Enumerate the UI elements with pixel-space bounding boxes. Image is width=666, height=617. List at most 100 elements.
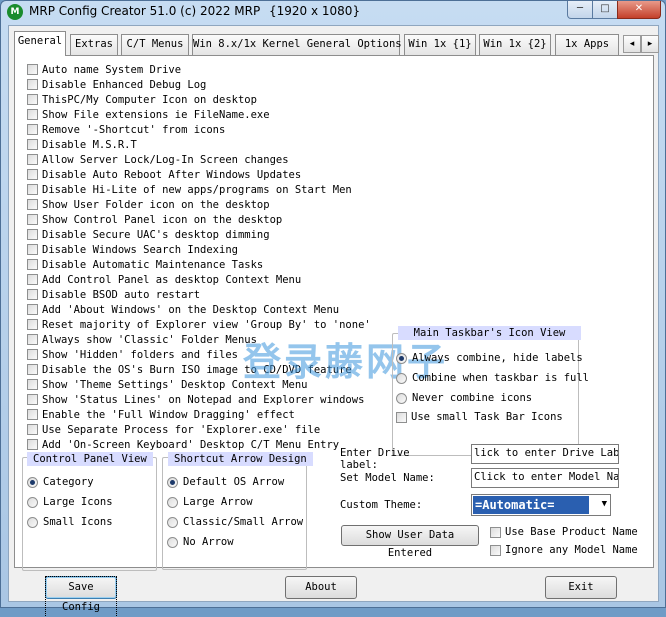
option-checkbox-row[interactable]: Auto name System Drive [27, 62, 371, 77]
option-checkbox-row[interactable]: Disable Secure UAC's desktop dimming [27, 227, 371, 242]
radio-label: Category [43, 476, 94, 488]
option-checkbox-row[interactable]: Disable BSOD auto restart [27, 287, 371, 302]
checkbox-label: Disable Auto Reboot After Windows Update… [42, 168, 302, 181]
tab-general[interactable]: General [14, 31, 66, 56]
radio-label: Classic/Small Arrow [183, 516, 304, 528]
option-checkbox-row[interactable]: Reset majority of Explorer view 'Group B… [27, 317, 371, 332]
ignore-model-name-checkbox[interactable]: Ignore any Model Name [490, 544, 638, 556]
checkbox-icon [27, 94, 38, 105]
model-name-input[interactable]: Click to enter Model Name [471, 468, 619, 488]
control-panel-option-large-icons[interactable]: Large Icons [27, 496, 113, 508]
show-user-data-button[interactable]: Show User Data Entered [341, 525, 479, 559]
tab-win1x-1[interactable]: Win 1x {1} [404, 34, 476, 55]
checkbox-label: Enable the 'Full Window Dragging' effect [42, 408, 295, 421]
radio-label: No Arrow [183, 536, 234, 548]
checkbox-icon [27, 289, 38, 300]
shortcut-group-title: Shortcut Arrow Design [168, 452, 313, 466]
taskbar-option-always-combine[interactable]: Always combine, hide labels [396, 352, 583, 364]
app-window: M MRP Config Creator 51.0 (c) 2022 MRP {… [0, 0, 666, 617]
small-taskbar-icons-checkbox[interactable]: Use small Task Bar Icons [396, 411, 563, 423]
taskbar-group-title: Main Taskbar's Icon View [398, 326, 581, 340]
options-checkbox-list: Auto name System Drive Disable Enhanced D… [27, 62, 371, 452]
checkbox-label: Disable Automatic Maintenance Tasks [42, 258, 264, 271]
checkbox-label: ThisPC/My Computer Icon on desktop [42, 93, 257, 106]
option-checkbox-row[interactable]: Remove '-Shortcut' from icons [27, 122, 371, 137]
tab-strip: General Extras C/T Menus Win 8.x/1x Kern… [14, 31, 659, 56]
use-base-product-name-checkbox[interactable]: Use Base Product Name [490, 526, 638, 538]
checkbox-label: Show User Folder icon on the desktop [42, 198, 270, 211]
option-checkbox-row[interactable]: Disable Hi-Lite of new apps/programs on … [27, 182, 371, 197]
radio-button-icon [396, 372, 407, 384]
option-checkbox-row[interactable]: Disable Enhanced Debug Log [27, 77, 371, 92]
option-checkbox-row[interactable]: Show File extensions ie FileName.exe [27, 107, 371, 122]
tab-1x-apps[interactable]: 1x Apps [555, 34, 619, 55]
tab-scroll-left-button[interactable]: ◂ [623, 35, 641, 53]
checkbox-label: Show Control Panel icon on the desktop [42, 213, 283, 226]
tab-ct-menus[interactable]: C/T Menus [121, 34, 189, 55]
tab-scroll-right-button[interactable]: ▸ [641, 35, 659, 53]
option-checkbox-row[interactable]: Show Control Panel icon on the desktop [27, 212, 371, 227]
control-panel-option-category[interactable]: Category [27, 476, 94, 488]
option-checkbox-row[interactable]: ThisPC/My Computer Icon on desktop [27, 92, 371, 107]
radio-button-icon [27, 476, 38, 488]
option-checkbox-row[interactable]: Enable the 'Full Window Dragging' effect [27, 407, 371, 422]
taskbar-icon-view-group: Main Taskbar's Icon View Always combine,… [392, 326, 589, 456]
checkbox-label: Ignore any Model Name [505, 544, 638, 556]
radio-label: Large Icons [43, 496, 113, 508]
checkbox-icon [27, 214, 38, 225]
option-checkbox-row[interactable]: Disable Automatic Maintenance Tasks [27, 257, 371, 272]
client-area: General Extras C/T Menus Win 8.x/1x Kern… [8, 25, 659, 617]
checkbox-icon [27, 139, 38, 150]
chevron-down-icon: ▼ [601, 499, 607, 509]
checkbox-icon [27, 79, 38, 90]
save-config-button[interactable]: Save Config [45, 576, 117, 617]
checkbox-label: Disable Enhanced Debug Log [42, 78, 207, 91]
checkbox-label: Add 'On-Screen Keyboard' Desktop C/T Men… [42, 438, 340, 451]
shortcut-option-classic-small[interactable]: Classic/Small Arrow [167, 516, 303, 528]
option-checkbox-row[interactable]: Disable Windows Search Indexing [27, 242, 371, 257]
checkbox-label: Show 'Status Lines' on Notepad and Explo… [42, 393, 365, 406]
minimize-button[interactable]: ─ [567, 1, 593, 19]
checkbox-label: Disable M.S.R.T [42, 138, 137, 151]
shortcut-option-default[interactable]: Default OS Arrow [167, 476, 284, 488]
shortcut-option-no-arrow[interactable]: No Arrow [167, 536, 234, 548]
option-checkbox-row[interactable]: Show 'Status Lines' on Notepad and Explo… [27, 392, 371, 407]
checkbox-label: Use Separate Process for 'Explorer.exe' … [42, 423, 321, 436]
option-checkbox-row[interactable]: Use Separate Process for 'Explorer.exe' … [27, 422, 371, 437]
taskbar-option-never-combine[interactable]: Never combine icons [396, 392, 532, 404]
option-checkbox-row[interactable]: Add Control Panel as desktop Context Men… [27, 272, 371, 287]
checkbox-label: Auto name System Drive [42, 63, 182, 76]
tab-kernel-options[interactable]: Win 8.x/1x Kernel General Options [192, 34, 402, 55]
option-checkbox-row[interactable]: Add 'About Windows' on the Desktop Conte… [27, 302, 371, 317]
option-checkbox-row[interactable]: Allow Server Lock/Log-In Screen changes [27, 152, 371, 167]
checkbox-icon [27, 64, 38, 75]
checkbox-icon [27, 394, 38, 405]
checkbox-icon [27, 154, 38, 165]
close-button[interactable]: ✕ [617, 1, 661, 19]
exit-button[interactable]: Exit [545, 576, 617, 599]
shortcut-option-large[interactable]: Large Arrow [167, 496, 253, 508]
checkbox-icon [27, 274, 38, 285]
option-checkbox-row[interactable]: Show User Folder icon on the desktop [27, 197, 371, 212]
app-icon: M [7, 4, 23, 20]
checkbox-icon [27, 364, 38, 375]
control-panel-option-small-icons[interactable]: Small Icons [27, 516, 113, 528]
maximize-button[interactable]: □ [592, 1, 618, 19]
checkbox-label: Always show 'Classic' Folder Menus [42, 333, 257, 346]
checkbox-label: Disable Windows Search Indexing [42, 243, 238, 256]
checkbox-label: Disable BSOD auto restart [42, 288, 201, 301]
option-checkbox-row[interactable]: Disable Auto Reboot After Windows Update… [27, 167, 371, 182]
option-checkbox-row[interactable]: Add 'On-Screen Keyboard' Desktop C/T Men… [27, 437, 371, 452]
about-button[interactable]: About [285, 576, 357, 599]
checkbox-icon [490, 544, 501, 556]
tab-extras[interactable]: Extras [70, 34, 118, 55]
taskbar-option-combine-when-full[interactable]: Combine when taskbar is full [396, 372, 589, 384]
checkbox-label: Disable Secure UAC's desktop dimming [42, 228, 270, 241]
checkbox-label: Use Base Product Name [505, 526, 638, 538]
title-bar[interactable]: M MRP Config Creator 51.0 (c) 2022 MRP {… [1, 1, 665, 25]
drive-label-input[interactable]: lick to enter Drive Labe [471, 444, 619, 464]
custom-theme-select[interactable]: =Automatic= ▼ [471, 494, 611, 516]
option-checkbox-row[interactable]: Disable M.S.R.T [27, 137, 371, 152]
checkbox-icon [27, 409, 38, 420]
tab-win1x-2[interactable]: Win 1x {2} [479, 34, 551, 55]
